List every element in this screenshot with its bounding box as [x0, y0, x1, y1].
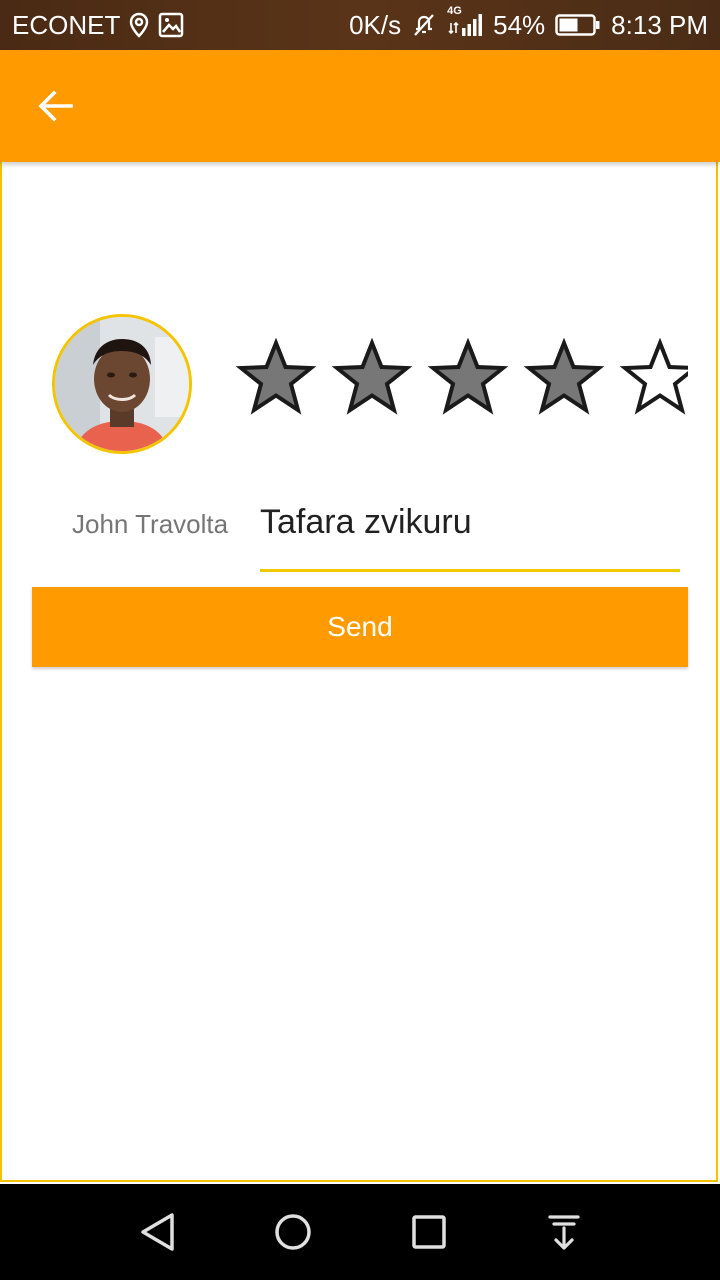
battery-percent: 54% [493, 9, 546, 40]
review-message-input[interactable]: Tafara zvikuru [260, 498, 680, 572]
network-type: 4G [447, 5, 462, 17]
send-button[interactable]: Send [32, 587, 688, 667]
arrow-back-icon [38, 90, 73, 122]
reviewer-name: John Travolta [72, 509, 229, 539]
status-left: ECONET [12, 0, 184, 50]
mute-icon [411, 12, 437, 38]
location-icon [128, 12, 150, 38]
profile-photo [55, 317, 189, 451]
battery-icon [555, 12, 601, 38]
app-bar [0, 50, 720, 162]
network-speed: 0K/s [349, 9, 402, 40]
navigation-bar [0, 1184, 720, 1280]
star-icon[interactable] [428, 338, 508, 418]
signal-icon: 4G [447, 5, 483, 39]
status-bar: ECONET 0K/s 4G 54% 8:13 PM [0, 0, 720, 50]
carrier-name: ECONET [12, 9, 121, 40]
avatar [52, 314, 192, 454]
clock: 8:13 PM [611, 9, 708, 40]
back-button[interactable] [28, 78, 84, 134]
image-icon [158, 12, 184, 38]
star-icon[interactable] [524, 338, 604, 418]
star-rating[interactable] [236, 338, 688, 418]
recents-square-icon[interactable] [405, 1208, 453, 1256]
star-icon[interactable] [236, 338, 316, 418]
back-triangle-icon[interactable] [134, 1208, 182, 1256]
home-circle-icon[interactable] [269, 1208, 317, 1256]
star-icon[interactable] [332, 338, 412, 418]
status-right: 0K/s 4G 54% 8:13 PM [349, 0, 708, 50]
notification-pull-icon[interactable] [540, 1208, 588, 1256]
review-message-text: Tafara zvikuru [260, 503, 472, 541]
star-empty-icon[interactable] [620, 338, 688, 418]
